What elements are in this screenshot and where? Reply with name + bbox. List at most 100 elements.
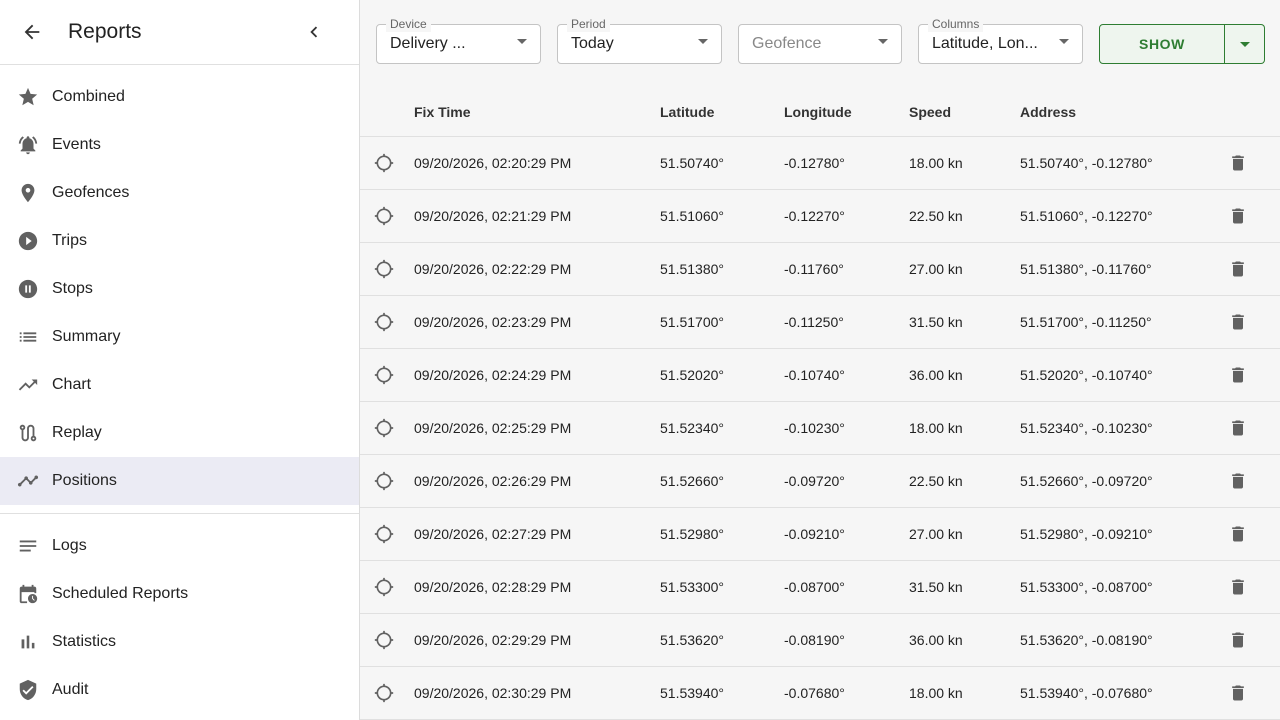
- filter-bar: Device Delivery ... Period Today Geofenc…: [360, 0, 1280, 88]
- sidebar-item-scheduled-reports[interactable]: Scheduled Reports: [0, 570, 359, 618]
- sidebar-item-combined[interactable]: Combined: [0, 73, 359, 121]
- back-button[interactable]: [18, 18, 46, 46]
- gps-crosshair-icon: [374, 577, 394, 596]
- list-icon: [16, 325, 40, 349]
- sidebar-item-audit[interactable]: Audit: [0, 666, 359, 714]
- sidebar-item-trips[interactable]: Trips: [0, 217, 359, 265]
- table-row: 09/20/2026, 02:21:29 PM 51.51060° -0.12270…: [360, 189, 1280, 243]
- locate-position-button[interactable]: [372, 204, 396, 228]
- locate-cell: [360, 666, 414, 720]
- chevron-down-icon: [698, 39, 708, 44]
- cell-latitude: 51.52340°: [660, 401, 784, 455]
- table-row: 09/20/2026, 02:24:29 PM 51.52020° -0.10740…: [360, 348, 1280, 402]
- locate-position-button[interactable]: [372, 151, 396, 175]
- locate-cell: [360, 613, 414, 667]
- timeline-icon: [16, 469, 40, 493]
- cell-address: 51.52660°, -0.09720°: [1020, 454, 1226, 508]
- locate-position-button[interactable]: [372, 522, 396, 546]
- cell-address: 51.53300°, -0.08700°: [1020, 560, 1226, 614]
- locate-position-button[interactable]: [372, 628, 396, 652]
- cell-latitude: 51.52020°: [660, 348, 784, 402]
- columns-select-label: Columns: [928, 16, 984, 32]
- period-select-value: Today: [571, 35, 614, 52]
- delete-position-button[interactable]: [1226, 257, 1250, 281]
- trending-up-icon: [16, 373, 40, 397]
- header-address[interactable]: Address: [1020, 88, 1226, 137]
- locate-position-button[interactable]: [372, 469, 396, 493]
- table-row: 09/20/2026, 02:28:29 PM 51.53300° -0.08700…: [360, 560, 1280, 614]
- delete-position-button[interactable]: [1226, 363, 1250, 387]
- header-action-column: [360, 88, 414, 137]
- delete-position-button[interactable]: [1226, 310, 1250, 334]
- device-select[interactable]: Device Delivery ...: [376, 16, 541, 64]
- chevron-down-icon: [878, 39, 888, 44]
- delete-position-button[interactable]: [1226, 628, 1250, 652]
- locate-position-button[interactable]: [372, 310, 396, 334]
- sidebar-item-positions[interactable]: Positions: [0, 457, 359, 505]
- cell-address: 51.53940°, -0.07680°: [1020, 666, 1226, 720]
- show-button[interactable]: SHOW: [1099, 24, 1225, 64]
- trash-icon: [1232, 367, 1244, 382]
- cell-fix-time: 09/20/2026, 02:20:29 PM: [414, 136, 660, 190]
- bar-chart-icon: [16, 630, 40, 654]
- sidebar-item-label: Chart: [52, 376, 92, 393]
- period-select-label: Period: [567, 16, 610, 32]
- gps-crosshair-icon: [374, 418, 394, 437]
- cell-latitude: 51.51380°: [660, 242, 784, 296]
- cell-fix-time: 09/20/2026, 02:25:29 PM: [414, 401, 660, 455]
- sidebar-item-label: Scheduled Reports: [52, 585, 189, 602]
- sidebar-item-events[interactable]: Events: [0, 121, 359, 169]
- sidebar-item-chart[interactable]: Chart: [0, 361, 359, 409]
- sidebar-item-replay[interactable]: Replay: [0, 409, 359, 457]
- cell-longitude: -0.12270°: [784, 189, 909, 243]
- cell-longitude: -0.11760°: [784, 242, 909, 296]
- sidebar-item-label: Trips: [52, 232, 87, 249]
- header-fix-time[interactable]: Fix Time: [414, 88, 660, 137]
- sidebar-item-stops[interactable]: Stops: [0, 265, 359, 313]
- header-speed[interactable]: Speed: [909, 88, 1020, 137]
- delete-position-button[interactable]: [1226, 469, 1250, 493]
- period-select[interactable]: Period Today: [557, 16, 722, 64]
- bell-icon: [16, 133, 40, 157]
- columns-select[interactable]: Columns Latitude, Lon...: [918, 16, 1083, 64]
- cell-address: 51.52340°, -0.10230°: [1020, 401, 1226, 455]
- delete-position-button[interactable]: [1226, 522, 1250, 546]
- show-options-button[interactable]: [1225, 24, 1265, 64]
- delete-position-button[interactable]: [1226, 681, 1250, 705]
- cell-speed: 31.50 kn: [909, 295, 1020, 349]
- delete-position-button[interactable]: [1226, 416, 1250, 440]
- header-latitude[interactable]: Latitude: [660, 88, 784, 137]
- trash-icon: [1232, 155, 1244, 170]
- sidebar-header: Reports: [0, 0, 359, 65]
- route-icon: [16, 421, 40, 445]
- play-circle-icon: [16, 229, 40, 253]
- cell-fix-time: 09/20/2026, 02:23:29 PM: [414, 295, 660, 349]
- delete-position-button[interactable]: [1226, 151, 1250, 175]
- cell-speed: 18.00 kn: [909, 666, 1020, 720]
- collapse-sidebar-button[interactable]: [302, 20, 326, 44]
- sidebar-item-label: Audit: [52, 681, 89, 698]
- sidebar-item-label: Replay: [52, 424, 102, 441]
- gps-crosshair-icon: [374, 365, 394, 384]
- cell-longitude: -0.11250°: [784, 295, 909, 349]
- cell-address: 51.53620°, -0.08190°: [1020, 613, 1226, 667]
- delete-position-button[interactable]: [1226, 575, 1250, 599]
- cell-fix-time: 09/20/2026, 02:22:29 PM: [414, 242, 660, 296]
- cell-latitude: 51.51060°: [660, 189, 784, 243]
- locate-position-button[interactable]: [372, 575, 396, 599]
- locate-cell: [360, 401, 414, 455]
- sidebar-item-logs[interactable]: Logs: [0, 522, 359, 570]
- geofence-select[interactable]: Geofence: [738, 24, 902, 64]
- gps-crosshair-icon: [374, 524, 394, 543]
- header-longitude[interactable]: Longitude: [784, 88, 909, 137]
- cell-address: 51.51700°, -0.11250°: [1020, 295, 1226, 349]
- locate-position-button[interactable]: [372, 681, 396, 705]
- locate-position-button[interactable]: [372, 416, 396, 440]
- cell-latitude: 51.52980°: [660, 507, 784, 561]
- sidebar-item-geofences[interactable]: Geofences: [0, 169, 359, 217]
- delete-position-button[interactable]: [1226, 204, 1250, 228]
- sidebar-item-statistics[interactable]: Statistics: [0, 618, 359, 666]
- locate-position-button[interactable]: [372, 363, 396, 387]
- sidebar-item-summary[interactable]: Summary: [0, 313, 359, 361]
- locate-position-button[interactable]: [372, 257, 396, 281]
